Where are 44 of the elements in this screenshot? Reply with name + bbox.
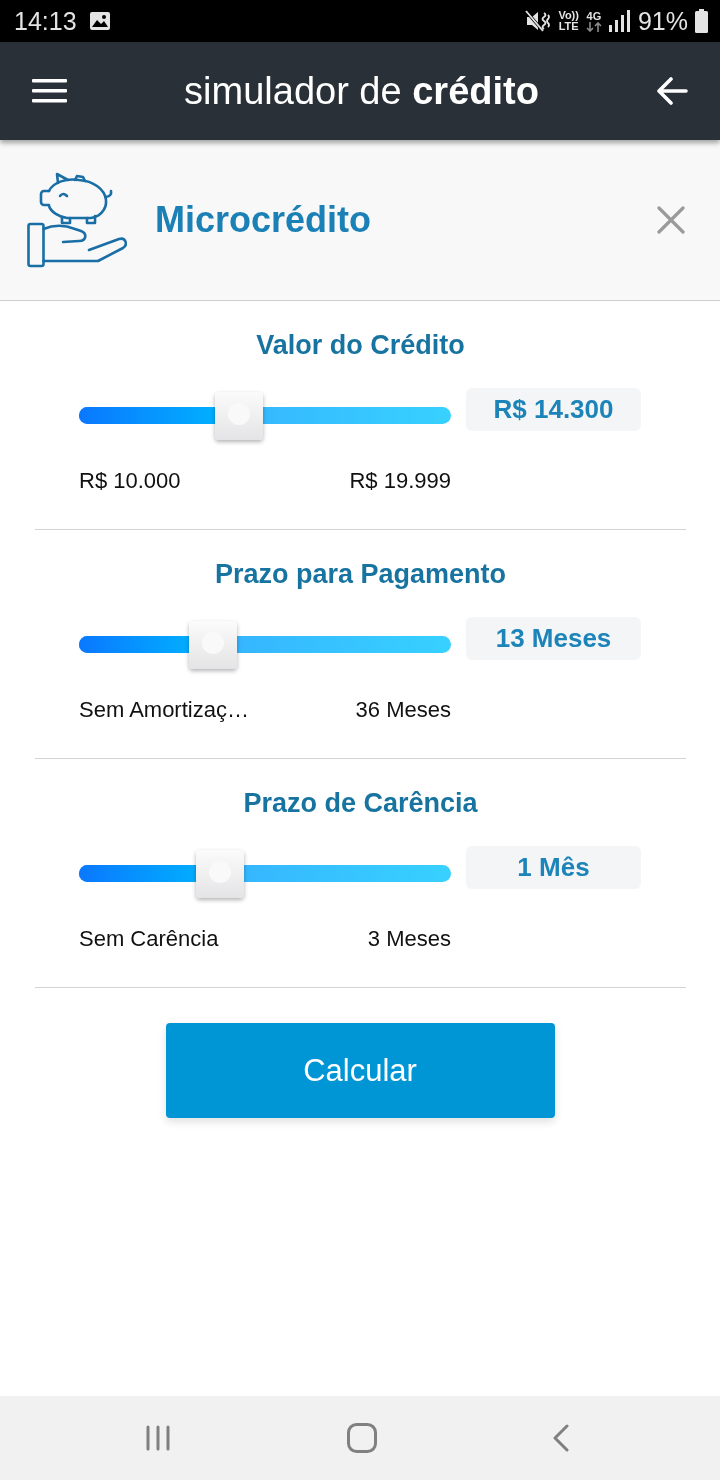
network-label: 4G <box>586 10 602 22</box>
chevron-left-icon <box>552 1424 570 1452</box>
min-label: Sem Carência <box>79 925 219 953</box>
app-title: simulador de crédito <box>183 69 540 114</box>
recent-apps-button[interactable] <box>145 1425 171 1451</box>
slider-value: 1 Mês <box>466 846 641 889</box>
back-arrow-icon <box>656 77 688 105</box>
volte-label: LTE <box>558 21 579 32</box>
piggy-hand-icon <box>27 172 127 268</box>
back-button[interactable] <box>656 77 688 105</box>
image-icon <box>89 12 110 30</box>
signal-icon <box>608 10 631 32</box>
home-icon <box>346 1423 377 1453</box>
close-icon <box>657 206 685 234</box>
mute-vibrate-icon <box>525 9 552 33</box>
home-button[interactable] <box>346 1423 377 1453</box>
slider-track[interactable] <box>79 850 451 898</box>
slider-value: 13 Meses <box>466 617 641 660</box>
recent-apps-icon <box>145 1425 171 1451</box>
slider-thumb[interactable] <box>214 392 263 440</box>
max-label: 3 Meses <box>367 925 451 953</box>
battery-icon <box>695 9 708 33</box>
product-title: Microcrédito <box>155 198 373 242</box>
min-label: Sem Amortizaç… <box>79 696 249 724</box>
slider-thumb[interactable] <box>188 621 237 669</box>
max-label: R$ 19.999 <box>349 467 451 495</box>
close-button[interactable] <box>657 206 685 234</box>
menu-button[interactable] <box>32 79 67 103</box>
slider-track[interactable] <box>79 392 451 440</box>
section-title: Prazo para Pagamento <box>213 558 508 591</box>
volte-label: Vo)) <box>558 10 579 21</box>
section-title: Prazo de Carência <box>242 787 479 820</box>
slider-track[interactable] <box>79 621 451 669</box>
menu-icon <box>32 79 67 103</box>
min-label: R$ 10.000 <box>79 467 181 495</box>
slider-thumb[interactable] <box>196 850 245 898</box>
section-title: Valor do Crédito <box>255 329 466 362</box>
max-label: 36 Meses <box>355 696 451 724</box>
battery-percent: 91% <box>637 6 688 36</box>
calculate-button[interactable]: Calcular <box>165 1023 555 1118</box>
back-nav-button[interactable] <box>552 1424 570 1452</box>
status-time: 14:13 <box>14 6 77 36</box>
data-arrows-icon <box>585 21 602 32</box>
slider-value: R$ 14.300 <box>466 388 641 431</box>
